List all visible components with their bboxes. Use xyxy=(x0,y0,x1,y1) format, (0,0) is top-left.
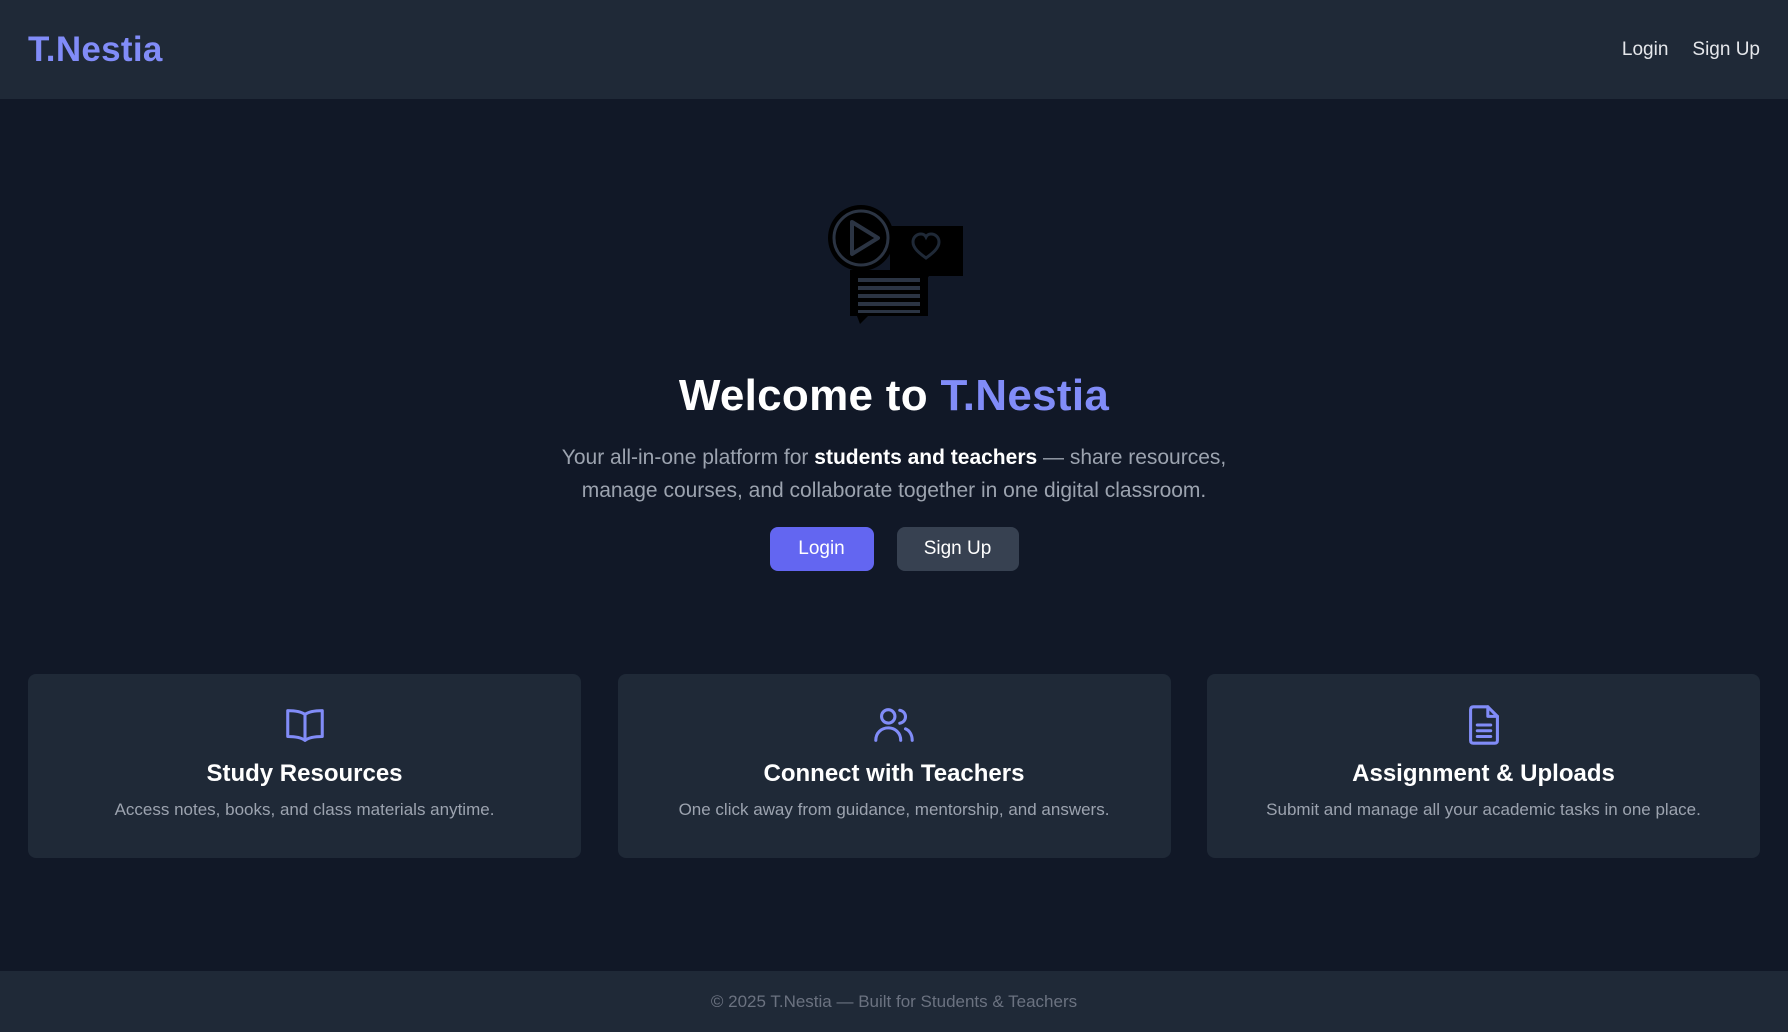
hero-title-brand: T.Nestia xyxy=(940,371,1110,420)
video-chat-heart-icon xyxy=(828,205,963,324)
nav-signup-link[interactable]: Sign Up xyxy=(1692,39,1760,61)
hero-login-button[interactable]: Login xyxy=(769,527,874,571)
feature-title: Study Resources xyxy=(206,760,403,787)
hero-actions: Login Sign Up xyxy=(769,527,1019,571)
users-icon xyxy=(874,708,914,742)
feature-card-connect-teachers: Connect with Teachers One click away fro… xyxy=(617,674,1171,858)
features-section: Study Resources Access notes, books, and… xyxy=(28,674,1760,858)
hero-title-prefix: Welcome to xyxy=(678,371,941,420)
feature-description: One click away from guidance, mentorship… xyxy=(678,800,1110,819)
feature-card-assignments: Assignment & Uploads Submit and manage a… xyxy=(1207,674,1760,858)
feature-description: Submit and manage all your academic task… xyxy=(1266,800,1701,819)
document-icon xyxy=(1468,705,1499,745)
hero-title: Welcome to T.Nestia xyxy=(679,371,1109,421)
landing-page: T.Nestia Login Sign Up Welcome to T.Nest… xyxy=(0,0,1788,1032)
hero-subtitle: Your all-in-one platform for students an… xyxy=(544,441,1244,507)
top-navbar: T.Nestia Login Sign Up xyxy=(0,0,1788,99)
nav-links: Login Sign Up xyxy=(1622,39,1760,61)
feature-card-study-resources: Study Resources Access notes, books, and… xyxy=(28,674,581,858)
feature-title: Assignment & Uploads xyxy=(1352,760,1615,787)
page-footer: © 2025 T.Nestia — Built for Students & T… xyxy=(0,971,1788,1032)
hero-section: Welcome to T.Nestia Your all-in-one plat… xyxy=(0,99,1788,609)
nav-login-link[interactable]: Login xyxy=(1622,39,1669,61)
feature-description: Access notes, books, and class materials… xyxy=(114,800,495,819)
book-open-icon xyxy=(285,709,324,742)
brand-logo[interactable]: T.Nestia xyxy=(28,30,163,70)
feature-title: Connect with Teachers xyxy=(763,760,1025,787)
hero-subtitle-before: Your all-in-one platform for xyxy=(561,446,815,469)
hero-signup-button[interactable]: Sign Up xyxy=(896,527,1019,571)
footer-copyright: © 2025 T.Nestia — Built for Students & T… xyxy=(710,991,1078,1011)
hero-subtitle-highlight: students and teachers xyxy=(814,446,1038,469)
